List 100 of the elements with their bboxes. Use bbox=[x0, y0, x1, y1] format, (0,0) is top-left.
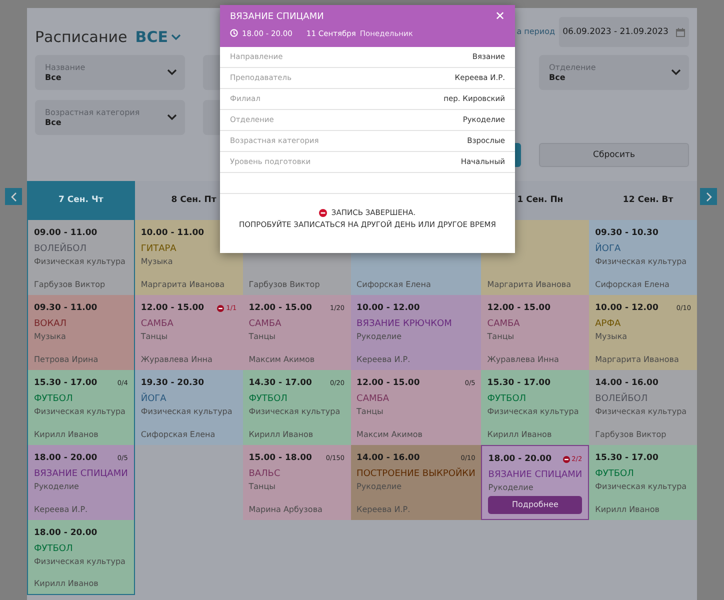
teacher-name: Кирилл Иванов bbox=[595, 504, 661, 516]
class-time: 12.00 - 15.00 bbox=[356, 377, 420, 390]
class-category: Физическая культура bbox=[140, 406, 234, 418]
class-name: ВОЛЕЙБОЛ bbox=[595, 394, 649, 405]
teacher-name: Максим Акимов bbox=[248, 354, 316, 366]
class-card[interactable]: 10.00 - 12.00 ВЯЗАНИЕ КРЮЧКОМ Рукоделие Кереева И.Р. bbox=[350, 295, 482, 370]
class-name: АРФА bbox=[595, 320, 622, 330]
teacher-name: Кирилл Иванов bbox=[34, 578, 100, 590]
class-category: Танцы bbox=[487, 330, 516, 343]
class-name: ЙОГА bbox=[140, 394, 168, 405]
calendar-icon bbox=[676, 28, 686, 36]
class-name: ФУТБОЛ bbox=[248, 394, 288, 405]
class-card[interactable]: 15.30 - 17.00 ФУТБОЛ Физическая культура Кирилл Иванов bbox=[481, 370, 590, 445]
class-category: Физическая культура bbox=[595, 406, 688, 418]
modal-title: ВЯЗАНИЕ СПИЦАМИ bbox=[230, 12, 324, 23]
dropdown-field[interactable]: Отделение Все bbox=[539, 55, 689, 90]
class-name: ФУТБОЛ bbox=[595, 470, 635, 480]
stop-icon bbox=[319, 208, 328, 217]
teacher-name: Журавлева Инна bbox=[140, 354, 214, 366]
stop-icon bbox=[562, 456, 570, 463]
class-category: Танцы bbox=[248, 330, 276, 343]
class-name: САМБА bbox=[140, 320, 174, 330]
dropdown-field[interactable]: Возрастная категория Все bbox=[35, 100, 185, 135]
class-time: 18.00 - 20.00 bbox=[34, 527, 98, 540]
class-time: 10.00 - 12.00 bbox=[595, 302, 658, 315]
class-card[interactable]: 19.30 - 20.30 ЙОГА Физическая культура Сифорская Елена bbox=[134, 370, 243, 445]
class-time: 09.30 - 11.00 bbox=[34, 302, 98, 315]
class-category: Рукоделие bbox=[488, 482, 534, 494]
teacher-name: Сифорская Елена bbox=[140, 429, 216, 441]
chevron-left-icon bbox=[10, 192, 18, 202]
class-name: ВЯЗАНИЕ СПИЦАМИ bbox=[34, 470, 128, 480]
day-header[interactable]: 12 Сен. Вт bbox=[589, 181, 697, 220]
class-time: 10.00 - 11.00 bbox=[140, 227, 204, 240]
teacher-name: Кирилл Иванов bbox=[34, 429, 100, 441]
teacher-name: Маргарита Иванова bbox=[487, 279, 572, 291]
class-time: 12.00 - 15.00 bbox=[140, 302, 204, 315]
class-name: ФУТБОЛ bbox=[34, 394, 74, 405]
class-category: Музыка bbox=[140, 256, 174, 268]
class-category: Танцы bbox=[140, 330, 169, 343]
class-name: ВАЛЬС bbox=[248, 470, 282, 480]
class-time: 09.30 - 10.30 bbox=[595, 227, 658, 240]
class-category: Физическая культура bbox=[595, 256, 688, 268]
chevron-down-icon bbox=[167, 114, 177, 121]
teacher-name: Максим Акимов bbox=[356, 429, 424, 441]
teacher-name: Кереева И.Р. bbox=[356, 504, 412, 516]
class-category: Музыка bbox=[34, 330, 67, 343]
class-name: ПОСТРОЕНИЕ ВЫКРОЙКИ bbox=[356, 470, 476, 480]
class-category: Музыка bbox=[595, 330, 628, 343]
class-category: Физическая культура bbox=[34, 406, 126, 418]
date-range-field[interactable]: 06.09.2023 - 21.09.2023 bbox=[559, 17, 689, 47]
class-card[interactable]: 09.30 - 10.30 ЙОГА Физическая культура Сифорская Елена bbox=[589, 220, 697, 295]
teacher-name: Журавлева Инна bbox=[487, 354, 560, 366]
class-category: Физическая культура bbox=[248, 406, 342, 418]
class-time: 15.30 - 17.00 bbox=[595, 452, 658, 465]
class-category: Физическая культура bbox=[34, 256, 126, 268]
teacher-name: Кирилл Иванов bbox=[487, 429, 553, 441]
class-name: САМБА bbox=[248, 320, 282, 330]
class-time: 18.00 - 20.00 bbox=[34, 452, 98, 465]
class-card[interactable]: 09.00 - 11.00 ВОЛЕЙБОЛ Физическая культура Гарбузов Виктор bbox=[27, 220, 135, 295]
teacher-name: Маргарита Иванова bbox=[595, 354, 680, 366]
class-name: ВОКАЛ bbox=[34, 320, 68, 330]
class-category: Танцы bbox=[356, 406, 384, 418]
next-button[interactable] bbox=[700, 188, 717, 205]
class-time: 19.30 - 20.30 bbox=[140, 377, 204, 390]
chevron-down-icon bbox=[671, 69, 681, 76]
class-card[interactable]: 09.30 - 11.00 ВОКАЛ Музыка Петрова Ирина bbox=[27, 295, 135, 370]
class-name: ФУТБОЛ bbox=[487, 394, 528, 405]
class-card[interactable]: 15.30 - 17.00 ФУТБОЛ Физическая культура Кирилл Иванов bbox=[589, 445, 697, 520]
class-time: 15.30 - 17.00 bbox=[34, 377, 98, 390]
class-time: 12.00 - 15.00 bbox=[487, 302, 551, 315]
class-name: ВЯЗАНИЕ СПИЦАМИ bbox=[488, 470, 582, 481]
day-header[interactable]: 7 Сен. Чт bbox=[27, 181, 135, 220]
class-time: 15.30 - 17.00 bbox=[487, 377, 551, 390]
class-time: 15.00 - 18.00 bbox=[248, 452, 312, 465]
class-name: ЙОГА bbox=[595, 244, 622, 255]
teacher-name: Кереева И.Р. bbox=[356, 354, 412, 366]
teacher-name: Гарбузов Виктор bbox=[595, 429, 668, 441]
reset-button[interactable]: Сбросить bbox=[539, 143, 689, 167]
class-card[interactable]: 12.00 - 15.00 САМБА Танцы Журавлева Инна bbox=[481, 295, 590, 370]
details-button[interactable]: Подробнее bbox=[488, 496, 582, 514]
teacher-name: Гарбузов Виктор bbox=[34, 279, 106, 291]
class-category: Рукоделие bbox=[34, 480, 80, 493]
class-card[interactable]: 14.00 - 16.00 ВОЛЕЙБОЛ Физическая культура Гарбузов Виктор bbox=[589, 370, 697, 445]
teacher-name: Гарбузов Виктор bbox=[248, 279, 321, 291]
class-name: ВОЛЕЙБОЛ bbox=[34, 244, 88, 255]
period-label: а период bbox=[516, 26, 555, 38]
previous-button[interactable] bbox=[5, 188, 22, 205]
dropdown-field[interactable]: Название Все bbox=[35, 55, 185, 90]
chevron-down-icon bbox=[167, 69, 177, 76]
class-time: 10.00 - 12.00 bbox=[356, 302, 420, 315]
chevron-right-icon bbox=[704, 192, 712, 202]
teacher-name: Маргарита Иванова bbox=[140, 279, 226, 291]
page-title: Расписание bbox=[35, 26, 128, 48]
teacher-name: Петрова Ирина bbox=[34, 354, 100, 366]
close-button[interactable]: ✕ bbox=[494, 10, 505, 22]
class-name: ВЯЗАНИЕ КРЮЧКОМ bbox=[356, 320, 453, 330]
chevron-down-icon bbox=[170, 34, 181, 40]
class-card[interactable]: 18.00 - 20.00 ФУТБОЛ Физическая культура Кирилл Иванов bbox=[27, 520, 135, 595]
class-name: САМБА bbox=[487, 320, 521, 330]
class-time: 09.00 - 11.00 bbox=[34, 227, 98, 240]
